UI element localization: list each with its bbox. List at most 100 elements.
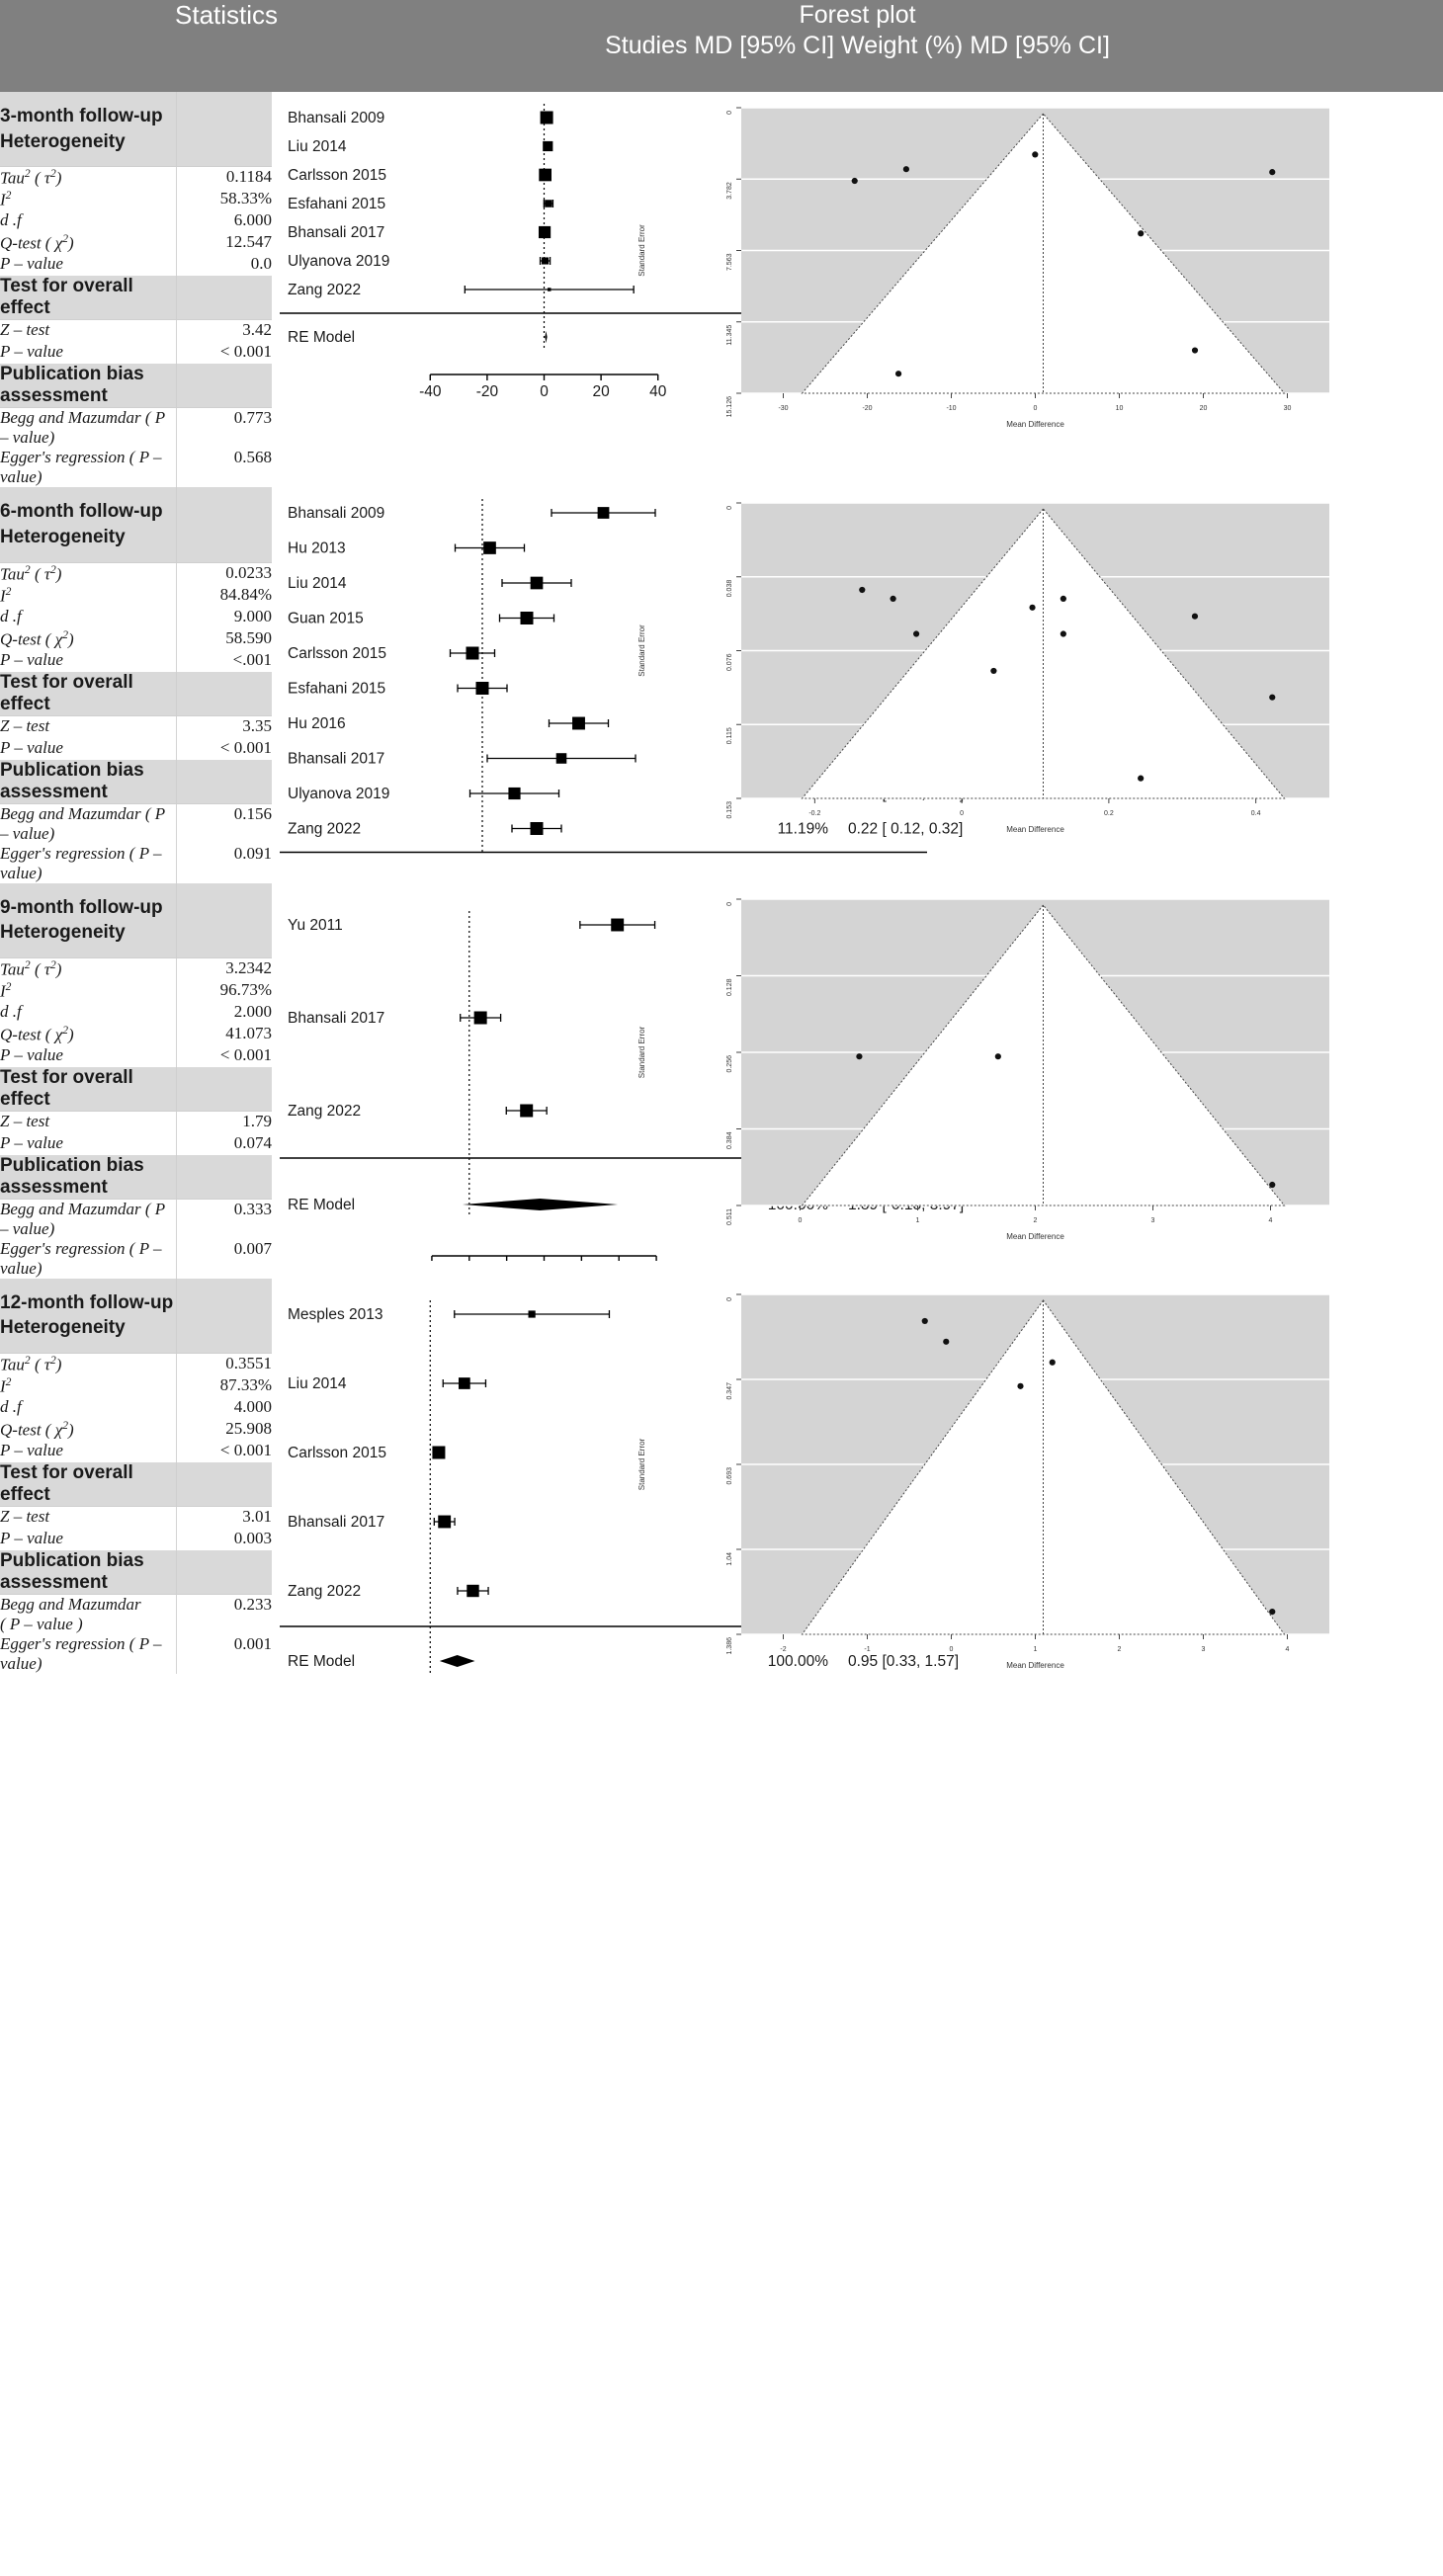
overall-effect-label: Test for overall effect bbox=[0, 1462, 133, 1506]
publication-bias-heading-value bbox=[176, 1550, 272, 1596]
statistics-cell: 3-month follow-up Heterogeneity Tau2 ( τ2)… bbox=[0, 92, 272, 488]
svg-text:Hu 2013: Hu 2013 bbox=[288, 540, 346, 557]
overall-effect-label: Test for overall effect bbox=[0, 276, 133, 319]
funnel-data-point bbox=[943, 1338, 950, 1345]
section-heading-value bbox=[176, 92, 272, 168]
stat-row: P – value 0.074 bbox=[0, 1132, 272, 1155]
section-row: 12-month follow-up Heterogeneity Tau2 ( τ2… bbox=[0, 1278, 1443, 1690]
section-title: 9-month follow-up bbox=[0, 896, 163, 918]
funnel-x-axis-label: Mean Difference bbox=[1006, 1232, 1064, 1241]
funnel-data-point bbox=[1269, 1181, 1276, 1188]
funnel-data-point bbox=[994, 1052, 1001, 1059]
overall-p-value-label: P – value bbox=[0, 342, 63, 362]
svg-text:Liu 2014: Liu 2014 bbox=[288, 575, 347, 592]
df-value: 9.000 bbox=[176, 606, 272, 628]
stat-row: Egger's regression ( P – value) 0.007 bbox=[0, 1238, 272, 1279]
stat-row: I2 96.73% bbox=[0, 979, 272, 1002]
publication-bias-heading-value bbox=[176, 759, 272, 804]
stat-row: Begg and Mazumdar ( P – value) 0.773 bbox=[0, 407, 272, 449]
figure-header-row: Statistics Forest plot Studies MD [95% C… bbox=[0, 0, 1443, 92]
heterogeneity-label: Heterogeneity bbox=[0, 922, 126, 944]
svg-text:20: 20 bbox=[592, 383, 610, 400]
section-title: 3-month follow-up bbox=[0, 106, 163, 126]
i2-label: I2 bbox=[0, 1375, 12, 1396]
funnel-data-point bbox=[894, 371, 902, 377]
svg-text:0.038: 0.038 bbox=[726, 580, 733, 598]
statistics-cell: 9-month follow-up Heterogeneity Tau2 ( τ2)… bbox=[0, 882, 272, 1279]
svg-text:0.384: 0.384 bbox=[726, 1131, 733, 1149]
overall-p-value-value: < 0.001 bbox=[176, 342, 272, 365]
overall-p-value-value: < 0.001 bbox=[176, 737, 272, 760]
funnel-data-point bbox=[1269, 169, 1276, 176]
overall-effect-heading: Test for overall effect bbox=[0, 671, 272, 716]
svg-text:-20: -20 bbox=[476, 383, 499, 400]
z-test-label: Z – test bbox=[0, 1507, 50, 1527]
svg-text:-40: -40 bbox=[419, 383, 442, 400]
forest-plot-cell: Mesples 20134.36%3.57 [0.85, 6.29]Liu 20… bbox=[272, 1279, 959, 1690]
heterogeneity-p-value-value: 0.0 bbox=[176, 254, 272, 277]
svg-text:0: 0 bbox=[1034, 405, 1038, 412]
heterogeneity-p-value-value: <.001 bbox=[176, 649, 272, 672]
begg-mazumdar-label: Begg and Mazumdar ( P – value) bbox=[0, 803, 165, 843]
funnel-data-point bbox=[990, 668, 997, 675]
heterogeneity-p-value-value: < 0.001 bbox=[176, 1044, 272, 1067]
publication-bias-heading-label: Publication bias assessment bbox=[0, 1550, 177, 1596]
z-test-label: Z – test bbox=[0, 1111, 50, 1130]
begg-mazumdar-value: 0.333 bbox=[176, 1199, 272, 1239]
q-test-label: Q-test ( χ2) bbox=[0, 1023, 74, 1044]
stat-row: d .f 6.000 bbox=[0, 210, 272, 233]
publication-bias-label: Publication bias assessment bbox=[0, 1154, 144, 1198]
svg-text:Esfahani 2015: Esfahani 2015 bbox=[288, 196, 385, 212]
publication-bias-heading-label: Publication bias assessment bbox=[0, 759, 177, 804]
funnel-x-axis-label: Mean Difference bbox=[1006, 1661, 1064, 1670]
overall-effect-heading-value bbox=[176, 671, 272, 716]
overall-effect-heading-value bbox=[176, 1462, 272, 1508]
funnel-data-point bbox=[912, 630, 920, 637]
section-row: 3-month follow-up Heterogeneity Tau2 ( τ2)… bbox=[0, 92, 1443, 488]
overall-effect-heading: Test for overall effect bbox=[0, 1462, 272, 1508]
svg-text:0: 0 bbox=[726, 506, 733, 510]
egger-regression-label: Egger's regression ( P – value) bbox=[0, 843, 162, 882]
funnel-data-point bbox=[1191, 613, 1199, 621]
q-test-value: 58.590 bbox=[176, 627, 272, 650]
section-heading-label: 12-month follow-up Heterogeneity bbox=[0, 1278, 177, 1355]
overall-p-value-value: 0.003 bbox=[176, 1529, 272, 1551]
stat-row: P – value < 0.001 bbox=[0, 342, 272, 365]
funnel-plot-svg: 0 0.128 0.256 0.384 0.511 Standard Error 0 1 2 3 4… bbox=[637, 897, 1329, 1241]
z-test-value: 3.42 bbox=[176, 319, 272, 343]
svg-text:Zang 2022: Zang 2022 bbox=[288, 1103, 361, 1120]
statistics-cell: 12-month follow-up Heterogeneity Tau2 ( τ2… bbox=[0, 1278, 272, 1690]
heterogeneity-p-value-label: P – value bbox=[0, 1044, 63, 1064]
stat-row: d .f 2.000 bbox=[0, 1001, 272, 1024]
funnel-data-point bbox=[1269, 694, 1276, 702]
funnel-data-point bbox=[1269, 1608, 1276, 1616]
egger-regression-label: Egger's regression ( P – value) bbox=[0, 1634, 162, 1674]
svg-text:0.153: 0.153 bbox=[726, 801, 733, 819]
section-heading: 6-month follow-up Heterogeneity bbox=[0, 487, 272, 563]
z-test-label: Z – test bbox=[0, 320, 50, 340]
funnel-data-point bbox=[859, 587, 866, 594]
svg-text:Bhansali 2017: Bhansali 2017 bbox=[288, 751, 384, 768]
df-label: d .f bbox=[0, 606, 22, 625]
tau2-label: Tau2 ( τ2) bbox=[0, 957, 62, 979]
svg-text:RE Model: RE Model bbox=[288, 329, 355, 346]
svg-text:0.076: 0.076 bbox=[726, 654, 733, 672]
svg-text:-10: -10 bbox=[946, 405, 956, 412]
section-heading-value bbox=[176, 882, 272, 958]
section-heading-label: 3-month follow-up Heterogeneity bbox=[0, 92, 177, 168]
stat-row: P – value < 0.001 bbox=[0, 737, 272, 760]
section-row: 6-month follow-up Heterogeneity Tau2 ( τ2)… bbox=[0, 487, 1443, 883]
i2-label: I2 bbox=[0, 584, 12, 606]
z-test-label: Z – test bbox=[0, 715, 50, 735]
i2-value: 84.84% bbox=[176, 584, 272, 607]
stat-row: Begg and Mazumdar( P – value ) 0.233 bbox=[0, 1594, 272, 1635]
stat-row: Z – test 3.35 bbox=[0, 715, 272, 738]
egger-regression-value: 0.001 bbox=[176, 1634, 272, 1675]
svg-text:RE Model: RE Model bbox=[288, 1197, 355, 1213]
egger-regression-value: 0.091 bbox=[176, 843, 272, 883]
funnel-data-point bbox=[1138, 775, 1145, 783]
stat-row: Q-test ( χ2) 12.547 bbox=[0, 232, 272, 255]
section-title: 6-month follow-up bbox=[0, 501, 163, 523]
heterogeneity-p-value-label: P – value bbox=[0, 254, 63, 274]
overall-effect-heading-value bbox=[176, 276, 272, 321]
